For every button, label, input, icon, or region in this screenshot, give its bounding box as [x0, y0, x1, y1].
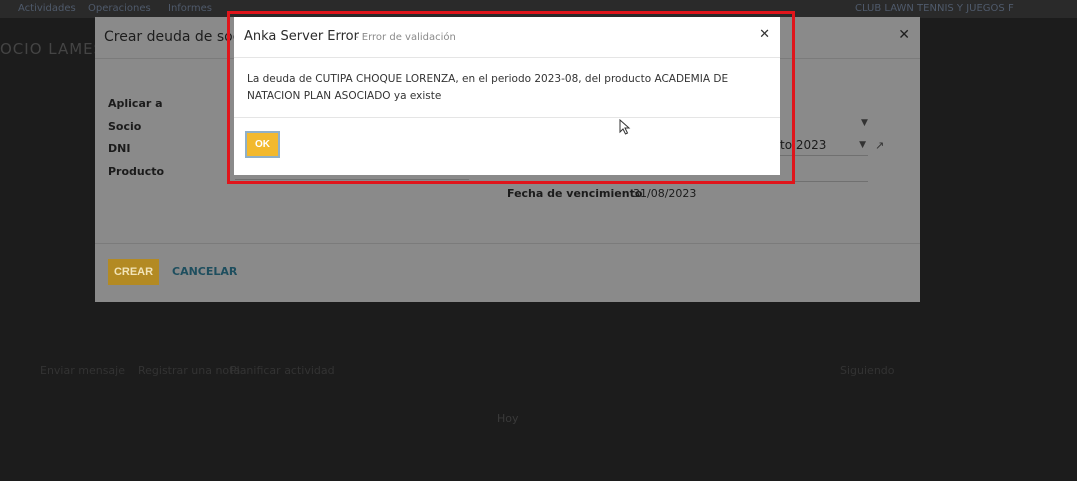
dni-label: DNI	[108, 142, 131, 155]
nav-item-actividades[interactable]: Actividades	[18, 3, 76, 14]
chevron-down-icon[interactable]: ▼	[861, 118, 868, 128]
company-switcher[interactable]: CLUB LAWN TENNIS Y JUEGOS F	[855, 3, 1014, 14]
member-label: Socio	[108, 120, 142, 133]
due-date-value[interactable]: 31/08/2023	[633, 187, 696, 200]
cancel-button[interactable]: CANCELAR	[172, 265, 237, 278]
send-message-button[interactable]: Enviar mensaje	[40, 364, 125, 377]
chatter-bar: Enviar mensaje Registrar una nota Planif…	[0, 358, 1077, 382]
external-link-icon[interactable]: ↗	[875, 139, 884, 152]
apply-to-label: Aplicar a	[108, 97, 163, 110]
nav-item-operaciones[interactable]: Operaciones	[88, 3, 151, 14]
mouse-cursor-icon	[619, 119, 631, 135]
schedule-activity-button[interactable]: Planificar actividad	[230, 364, 335, 377]
nav-item-informes[interactable]: Informes	[168, 3, 212, 14]
today-separator: Hoy	[497, 412, 519, 425]
close-icon[interactable]: ✕	[898, 27, 910, 43]
log-note-button[interactable]: Registrar una nota	[138, 364, 240, 377]
highlight-box	[227, 11, 795, 184]
follow-button[interactable]: Siguiendo	[840, 364, 895, 377]
chevron-down-icon: ▼	[859, 140, 866, 150]
record-title: OCIO LAMES	[0, 40, 105, 58]
create-button[interactable]: CREAR	[108, 259, 159, 285]
product-label: Producto	[108, 165, 165, 178]
modal-footer: CREAR CANCELAR	[95, 243, 920, 302]
due-date-label: Fecha de vencimiento	[507, 187, 643, 200]
